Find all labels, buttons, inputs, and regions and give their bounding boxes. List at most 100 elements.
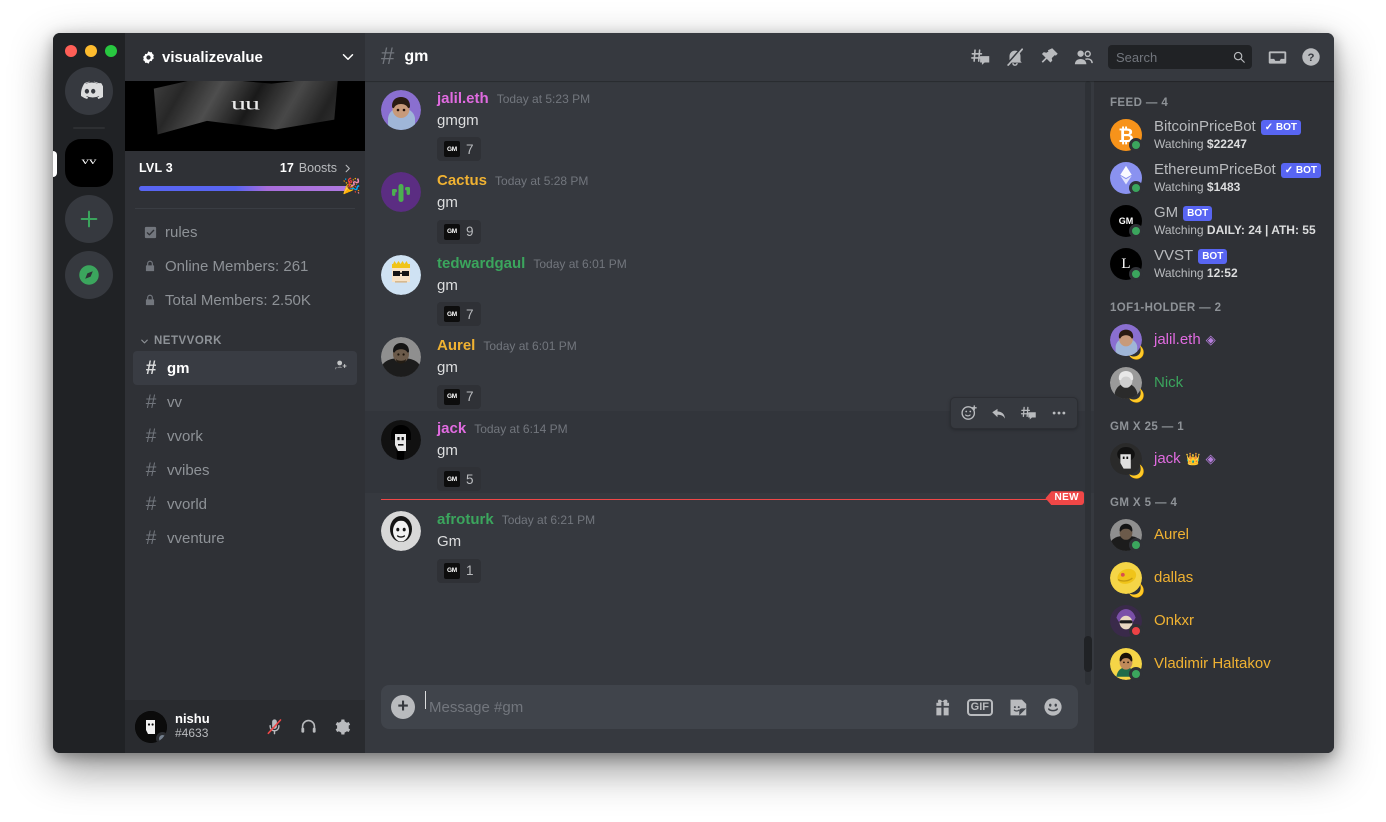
- mute-microphone-button[interactable]: [259, 712, 289, 742]
- create-thread-button[interactable]: [966, 42, 996, 72]
- message-author[interactable]: afroturk: [437, 511, 494, 530]
- member-activity: Watching DAILY: 24 | ATH: 55: [1154, 223, 1316, 237]
- message-scrollbar[interactable]: [1084, 81, 1092, 685]
- avatar[interactable]: [135, 710, 167, 743]
- reply-button[interactable]: [985, 399, 1013, 427]
- avatar[interactable]: [381, 337, 421, 378]
- close-window-button[interactable]: [65, 45, 77, 57]
- boost-count[interactable]: 17 Boosts: [280, 161, 353, 175]
- discord-home-button[interactable]: [65, 67, 113, 115]
- avatar[interactable]: [381, 172, 421, 213]
- message-item: tedwardgaul Today at 6:01 PM gm GM 7: [365, 246, 1094, 328]
- deafen-button[interactable]: [293, 712, 323, 742]
- notification-settings-button[interactable]: [1000, 42, 1030, 72]
- member-list-toggle-button[interactable]: [1068, 42, 1098, 72]
- message-author[interactable]: Aurel: [437, 337, 475, 356]
- member-row[interactable]: ₿ BitcoinPriceBot ✓ BOT Watching $22247: [1102, 114, 1326, 156]
- sidebar-item-rules[interactable]: rules: [133, 215, 357, 249]
- sidebar-item-channel-vvork[interactable]: # vvork: [133, 419, 357, 453]
- search-placeholder: Search: [1116, 49, 1158, 65]
- member-name: EthereumPriceBot: [1154, 161, 1276, 179]
- reaction-count: 9: [466, 224, 474, 240]
- chat-body: jalil.eth Today at 5:23 PM gmgm GM 7 Cac…: [365, 81, 1334, 685]
- gift-button[interactable]: [932, 697, 953, 718]
- reaction-badge[interactable]: GM 7: [437, 384, 481, 409]
- member-info: Onkxr: [1154, 612, 1194, 630]
- help-button[interactable]: ?: [1296, 42, 1326, 72]
- sidebar-item-channel-vv[interactable]: # vv: [133, 385, 357, 419]
- create-thread-button[interactable]: [1015, 399, 1043, 427]
- upload-attachment-button[interactable]: +: [391, 695, 415, 719]
- maximize-window-button[interactable]: [105, 45, 117, 57]
- minimize-window-button[interactable]: [85, 45, 97, 57]
- inbox-button[interactable]: [1262, 42, 1292, 72]
- scrollbar-thumb[interactable]: [1084, 636, 1092, 672]
- create-invite-icon[interactable]: [333, 358, 349, 378]
- boost-progress-section[interactable]: LVL 3 17 Boosts 🎉: [125, 151, 365, 195]
- gm-emoji-icon: GM: [444, 388, 460, 405]
- reaction-count: 7: [466, 389, 474, 405]
- member-row[interactable]: 🌙 dallas: [1102, 557, 1326, 599]
- add-server-button[interactable]: [65, 195, 113, 243]
- user-panel: nishu #4633: [125, 700, 365, 753]
- sticker-icon: [1010, 699, 1027, 715]
- chevron-down-icon[interactable]: [339, 48, 357, 66]
- status-indicator: [1129, 267, 1143, 281]
- sidebar-item-channel-vventure[interactable]: # vventure: [133, 521, 357, 555]
- message-author[interactable]: jalil.eth: [437, 90, 489, 109]
- member-row[interactable]: Onkxr: [1102, 600, 1326, 642]
- emoji-button[interactable]: [1042, 696, 1064, 718]
- avatar[interactable]: [381, 254, 421, 295]
- member-row[interactable]: L VVST BOT Watching 12:52: [1102, 243, 1326, 285]
- message-author[interactable]: Cactus: [437, 172, 487, 191]
- main-chat-area: # gm Search ? jalil.eth Today at 5:23 PM…: [365, 33, 1334, 753]
- more-options-button[interactable]: [1045, 399, 1073, 427]
- user-settings-button[interactable]: [327, 712, 357, 742]
- avatar-image: [381, 511, 421, 552]
- member-row[interactable]: EthereumPriceBot ✓ BOT Watching $1483: [1102, 157, 1326, 199]
- search-icon: [1233, 51, 1245, 63]
- avatar[interactable]: [381, 419, 421, 460]
- message-input[interactable]: Message #gm: [425, 690, 922, 716]
- avatar[interactable]: [381, 90, 421, 130]
- member-info: dallas: [1154, 569, 1193, 587]
- reaction-badge[interactable]: GM 7: [437, 137, 481, 162]
- avatar: [1110, 648, 1143, 681]
- gm-emoji-icon: GM: [444, 562, 460, 579]
- member-list: FEED — 4 ₿ BitcoinPriceBot ✓ BOT Watchin…: [1094, 81, 1334, 685]
- sidebar-item-online-members[interactable]: Online Members: 261: [133, 249, 357, 283]
- explore-servers-button[interactable]: [65, 251, 113, 299]
- channel-category-netvvork[interactable]: NETVVORK: [133, 317, 357, 351]
- member-row[interactable]: GM GM BOT Watching DAILY: 24 | ATH: 55: [1102, 200, 1326, 242]
- server-visualizevalue-button[interactable]: vv: [65, 139, 113, 187]
- message-author[interactable]: jack: [437, 420, 466, 439]
- sidebar-item-channel-vvorld[interactable]: # vvorld: [133, 487, 357, 521]
- sticker-button[interactable]: [1007, 697, 1028, 718]
- avatar[interactable]: [381, 511, 421, 552]
- add-reaction-button[interactable]: [955, 399, 983, 427]
- member-name: dallas: [1154, 569, 1194, 586]
- guild-header-button[interactable]: visualizevalue: [125, 33, 365, 81]
- pinned-messages-button[interactable]: [1034, 42, 1064, 72]
- member-row[interactable]: 🌙 jalil.eth ◈: [1102, 319, 1326, 361]
- member-row[interactable]: 🌙 Nick: [1102, 362, 1326, 404]
- member-row[interactable]: Vladimir Haltakov: [1102, 643, 1326, 685]
- reaction-badge[interactable]: GM 1: [437, 558, 481, 583]
- reaction-badge[interactable]: GM 5: [437, 467, 481, 492]
- server-rail: vv: [53, 33, 125, 753]
- message-author[interactable]: tedwardgaul: [437, 255, 525, 274]
- gif-button[interactable]: GIF: [966, 698, 993, 716]
- search-input[interactable]: Search: [1108, 45, 1252, 69]
- message-composer[interactable]: + Message #gm GIF: [381, 685, 1078, 729]
- member-row[interactable]: Aurel: [1102, 514, 1326, 556]
- member-row[interactable]: 🌙 jack 👑 ◈: [1102, 438, 1326, 480]
- sidebar-item-total-members[interactable]: Total Members: 2.50K: [133, 283, 357, 317]
- sidebar-item-channel-vvibes[interactable]: # vvibes: [133, 453, 357, 487]
- window-traffic-lights[interactable]: [65, 45, 117, 57]
- reaction-badge[interactable]: GM 9: [437, 219, 481, 244]
- reaction-badge[interactable]: GM 7: [437, 302, 481, 327]
- message-input-placeholder: Message #gm: [429, 698, 524, 716]
- banner-mark: uu: [231, 93, 260, 114]
- sidebar-item-channel-gm[interactable]: # gm: [133, 351, 357, 385]
- sidebar-item-label: Total Members: 2.50K: [165, 291, 311, 309]
